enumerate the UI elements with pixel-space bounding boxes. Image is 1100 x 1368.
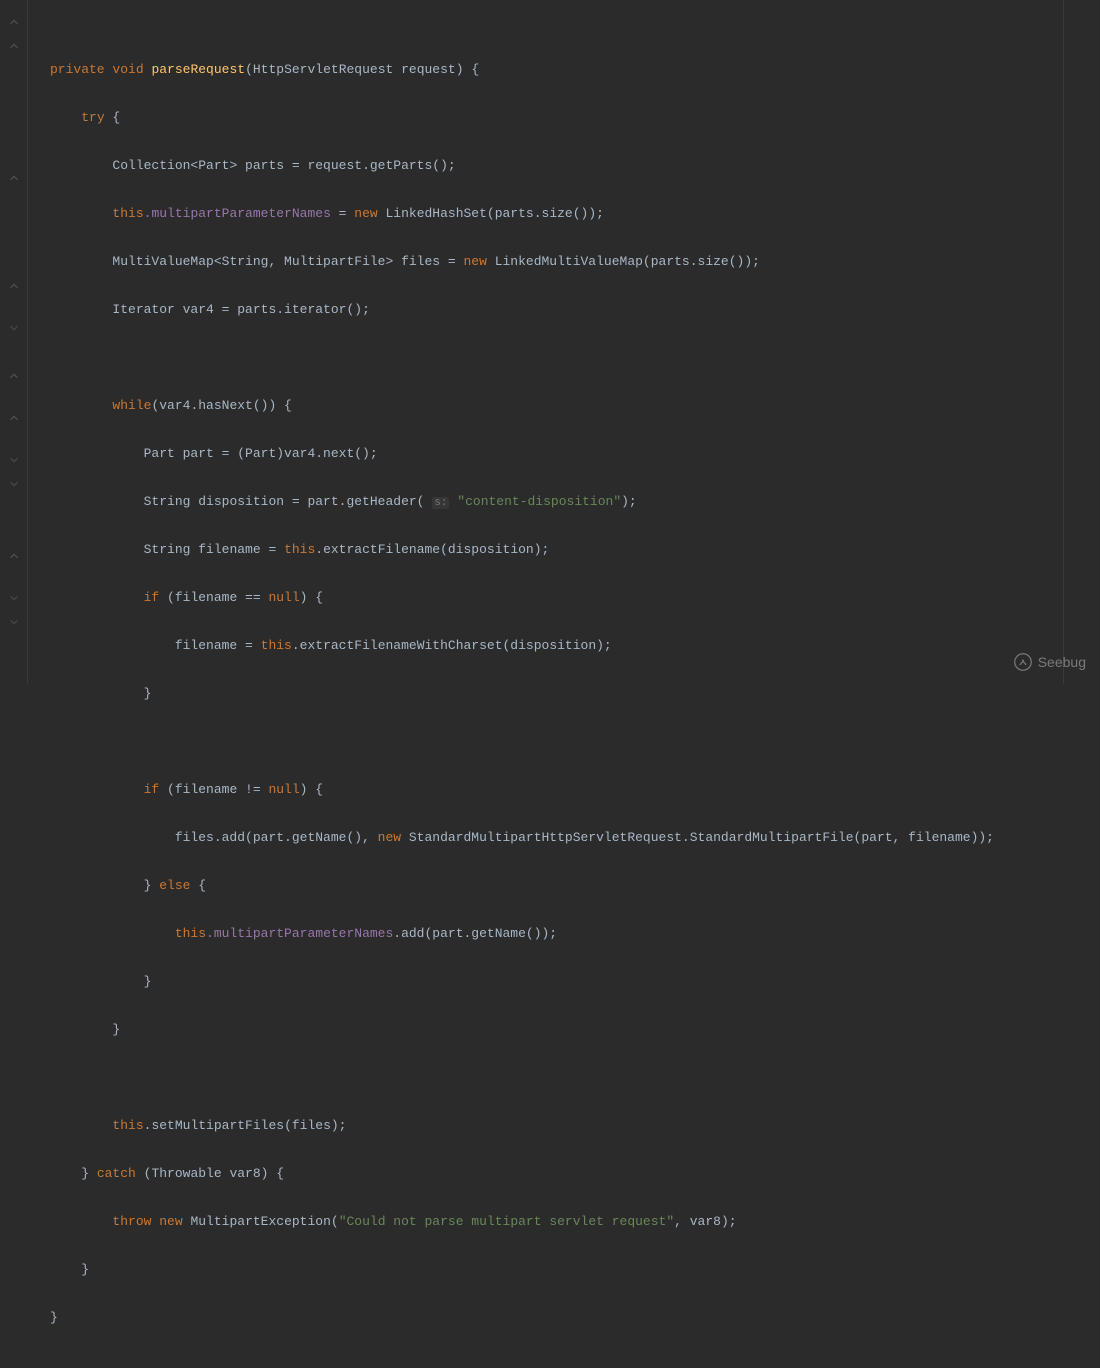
fold-close-icon[interactable] [7,321,21,335]
keyword: null [268,590,299,605]
code-text: (filename != [159,782,268,797]
code-text: Iterator var4 = parts.iterator(); [112,302,369,317]
keyword: void [112,62,143,77]
code-text: files.add(part.getName(), [175,830,378,845]
param-hint: s: [432,497,449,509]
keyword: this [284,542,315,557]
keyword: this [261,638,292,653]
code-text: } [81,1262,89,1277]
method-name: parseRequest [151,62,245,77]
code-text: .extractFilenameWithCharset(disposition)… [292,638,612,653]
keyword: catch [97,1166,136,1181]
keyword: if [144,590,160,605]
code-text: LinkedHashSet(parts.size()); [378,206,604,221]
code-text: ) { [300,590,323,605]
fold-icon[interactable] [7,171,21,185]
keyword: new [159,1214,182,1229]
field: .multipartParameterNames [206,926,393,941]
fold-icon[interactable] [7,39,21,53]
keyword: this [112,206,143,221]
keyword: new [378,830,401,845]
code-text: ); [621,494,637,509]
keyword: new [463,254,486,269]
fold-close-icon[interactable] [7,453,21,467]
fold-close-icon[interactable] [7,591,21,605]
code-text: Collection<Part> parts = request.getPart… [112,158,455,173]
code-editor: private void parseRequest(HttpServletReq… [0,0,1100,684]
code-text: String filename = [144,542,284,557]
code-text: LinkedMultiValueMap(parts.size()); [487,254,760,269]
code-text: .add(part.getName()); [393,926,557,941]
code-text: } [144,974,152,989]
code-text: (Throwable var8) { [136,1166,284,1181]
code-text: (HttpServletRequest request) { [245,62,479,77]
code-text: StandardMultipartHttpServletRequest.Stan… [401,830,994,845]
editor-gutter [0,0,28,684]
code-text: } [144,686,152,701]
string-literal: "content-disposition" [457,494,621,509]
code-text: } [50,1310,58,1325]
fold-icon[interactable] [7,15,21,29]
keyword: this [175,926,206,941]
code-text: .extractFilename(disposition); [315,542,549,557]
code-text: String disposition = part.getHeader( [144,494,433,509]
keyword: null [268,782,299,797]
keyword: else [159,878,190,893]
keyword: throw [112,1214,151,1229]
code-text: } [112,1022,120,1037]
fold-close-icon[interactable] [7,477,21,491]
code-text: MultiValueMap<String, MultipartFile> fil… [112,254,463,269]
keyword: this [112,1118,143,1133]
code-text: = [331,206,354,221]
code-content[interactable]: private void parseRequest(HttpServletReq… [28,0,1100,684]
code-text: { [105,110,121,125]
fold-icon[interactable] [7,549,21,563]
code-text: filename = [175,638,261,653]
code-text: , var8); [674,1214,736,1229]
code-text: .setMultipartFiles(files); [144,1118,347,1133]
code-text: { [190,878,206,893]
fold-icon[interactable] [7,411,21,425]
code-text: } [144,878,160,893]
code-text: ) { [300,782,323,797]
watermark-label: Seebug [1038,650,1086,674]
fold-icon[interactable] [7,369,21,383]
code-text: (filename == [159,590,268,605]
keyword: try [81,110,104,125]
string-literal: "Could not parse multipart servlet reque… [339,1214,674,1229]
keyword: private [50,62,105,77]
keyword: new [354,206,377,221]
code-text: (var4.hasNext()) { [151,398,291,413]
keyword: while [112,398,151,413]
code-text: Part part = (Part)var4.next(); [144,446,378,461]
code-text: } [81,1166,97,1181]
fold-icon[interactable] [7,279,21,293]
margin-line [1063,0,1064,684]
fold-close-icon[interactable] [7,615,21,629]
field: .multipartParameterNames [144,206,331,221]
code-text [151,1214,159,1229]
code-text: MultipartException( [183,1214,339,1229]
keyword: if [144,782,160,797]
watermark: Seebug [1014,650,1086,674]
seebug-icon [1014,653,1032,671]
